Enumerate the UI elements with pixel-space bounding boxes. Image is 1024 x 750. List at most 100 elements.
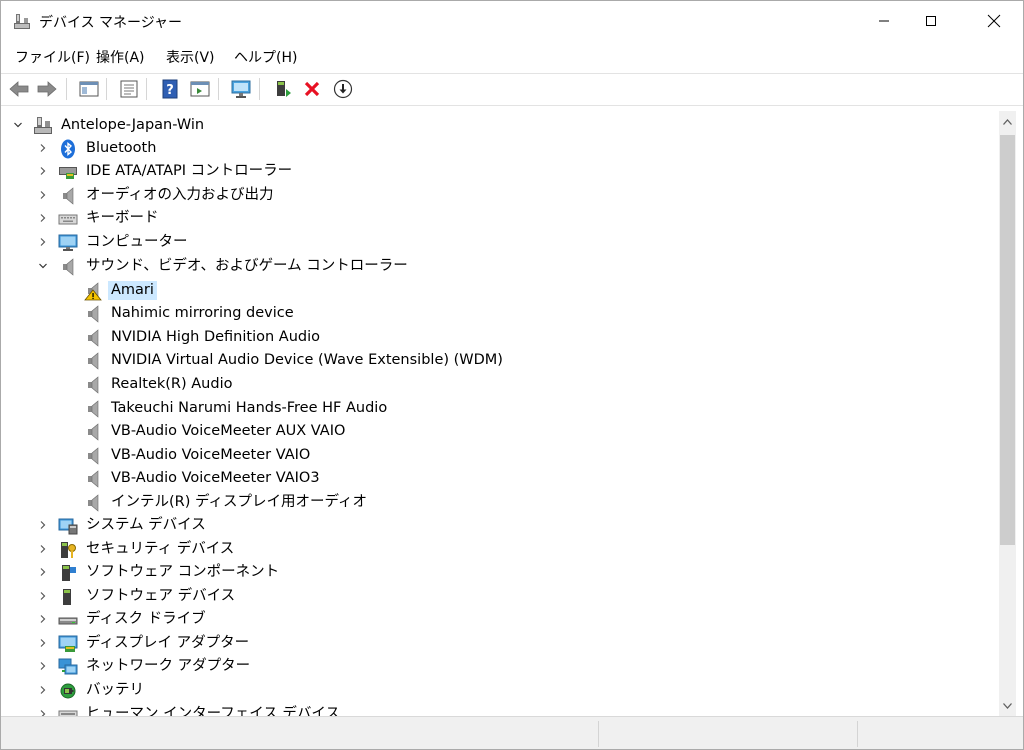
warning-speaker-icon xyxy=(84,282,102,301)
tree-category[interactable]: Bluetooth xyxy=(1,137,991,160)
display-adapter-icon xyxy=(58,635,78,652)
disk-drive-icon xyxy=(58,617,78,625)
chevron-right-icon[interactable] xyxy=(38,591,48,601)
chevron-right-icon[interactable] xyxy=(38,520,48,530)
scroll-down-arrow-icon xyxy=(1003,702,1012,709)
chevron-down-icon[interactable] xyxy=(38,261,48,271)
device-label: Takeuchi Narumi Hands-Free HF Audio xyxy=(111,400,388,416)
tree-category[interactable]: バッテリ xyxy=(1,679,991,702)
action-pane-button[interactable] xyxy=(188,77,212,101)
chevron-right-icon[interactable] xyxy=(38,213,48,223)
tree-category[interactable]: ディスク ドライブ xyxy=(1,608,991,631)
back-button[interactable] xyxy=(7,77,31,101)
device-label: インテル(R) ディスプレイ用オーディオ xyxy=(111,494,367,510)
device-item[interactable]: インテル(R) ディスプレイ用オーディオ xyxy=(1,491,991,514)
forward-button[interactable] xyxy=(35,77,59,101)
tree-category-expanded[interactable]: サウンド、ビデオ、およびゲーム コントローラー xyxy=(1,255,991,278)
tree-category[interactable]: セキュリティ デバイス xyxy=(1,538,991,561)
tree-category[interactable]: ヒューマン インターフェイス デバイス xyxy=(1,703,991,716)
tree-root-label: Antelope-Japan-Win xyxy=(61,117,205,133)
menu-view[interactable]: 表示(V) xyxy=(164,47,217,67)
device-item[interactable]: VB-Audio VoiceMeeter VAIO xyxy=(1,444,991,467)
chevron-right-icon[interactable] xyxy=(38,190,48,200)
tree-category[interactable]: ソフトウェア デバイス xyxy=(1,585,991,608)
speaker-icon xyxy=(88,470,99,488)
category-label: システム デバイス xyxy=(86,517,206,533)
device-label: VB-Audio VoiceMeeter VAIO3 xyxy=(111,470,320,486)
chevron-right-icon[interactable] xyxy=(38,661,48,671)
security-device-icon xyxy=(61,542,76,558)
close-icon xyxy=(987,14,1001,28)
device-item[interactable]: Takeuchi Narumi Hands-Free HF Audio xyxy=(1,397,991,420)
device-item[interactable]: Realtek(R) Audio xyxy=(1,373,991,396)
chevron-right-icon[interactable] xyxy=(38,614,48,624)
toolbar-separator xyxy=(218,78,219,100)
chevron-down-icon[interactable] xyxy=(13,120,23,130)
device-manager-icon xyxy=(13,13,31,31)
scroll-up-arrow-icon xyxy=(1003,118,1012,125)
help-icon: ? xyxy=(162,79,178,99)
toolbar-separator xyxy=(146,78,147,100)
minimize-button[interactable] xyxy=(861,1,907,41)
uninstall-device-button[interactable] xyxy=(300,77,324,101)
toolbar-separator xyxy=(66,78,67,100)
software-device-icon xyxy=(63,589,71,605)
device-item[interactable]: NVIDIA Virtual Audio Device (Wave Extens… xyxy=(1,349,991,372)
chevron-right-icon[interactable] xyxy=(38,638,48,648)
menu-action[interactable]: 操作(A) xyxy=(94,47,147,67)
vertical-scrollbar[interactable] xyxy=(999,111,1016,716)
properties-icon xyxy=(120,80,138,98)
toolbar-separator xyxy=(106,78,107,100)
chevron-right-icon[interactable] xyxy=(38,166,48,176)
tree-category[interactable]: システム デバイス xyxy=(1,514,991,537)
speaker-icon xyxy=(63,187,74,205)
tree-category[interactable]: IDE ATA/ATAPI コントローラー xyxy=(1,160,991,183)
speaker-icon xyxy=(88,494,99,512)
chevron-right-icon[interactable] xyxy=(38,709,48,716)
scrollbar-thumb[interactable] xyxy=(1000,135,1015,545)
device-item[interactable]: VB-Audio VoiceMeeter VAIO3 xyxy=(1,467,991,490)
menu-help[interactable]: ヘルプ(H) xyxy=(232,47,299,67)
maximize-icon xyxy=(926,16,936,26)
chevron-right-icon[interactable] xyxy=(38,237,48,247)
tree-category[interactable]: コンピューター xyxy=(1,231,991,254)
device-label: NVIDIA High Definition Audio xyxy=(111,329,320,345)
chevron-right-icon[interactable] xyxy=(38,143,48,153)
category-label: セキュリティ デバイス xyxy=(86,541,235,557)
menu-file[interactable]: ファイル(F) xyxy=(13,47,92,67)
scroll-up-button[interactable] xyxy=(999,113,1016,130)
properties-button[interactable] xyxy=(117,77,141,101)
category-label: バッテリ xyxy=(86,682,144,698)
category-label: ソフトウェア コンポーネント xyxy=(86,564,280,580)
device-item[interactable]: Nahimic mirroring device xyxy=(1,302,991,325)
tree-category[interactable]: キーボード xyxy=(1,207,991,230)
device-label: Amari xyxy=(108,281,157,300)
device-item-selected[interactable]: Amari xyxy=(1,279,991,302)
hid-icon xyxy=(58,710,78,716)
tree-category[interactable]: オーディオの入力および出力 xyxy=(1,184,991,207)
scan-hardware-changes-button[interactable] xyxy=(229,77,253,101)
device-item[interactable]: VB-Audio VoiceMeeter AUX VAIO xyxy=(1,420,991,443)
tree-category[interactable]: ディスプレイ アダプター xyxy=(1,632,991,655)
toolbar: ? xyxy=(1,73,1023,106)
device-item[interactable]: NVIDIA High Definition Audio xyxy=(1,326,991,349)
chevron-right-icon[interactable] xyxy=(38,544,48,554)
chevron-right-icon[interactable] xyxy=(38,567,48,577)
show-hide-console-tree-icon xyxy=(79,81,99,97)
tree-root[interactable]: Antelope-Japan-Win xyxy=(1,114,991,137)
help-button[interactable]: ? xyxy=(158,77,182,101)
download-driver-button[interactable] xyxy=(331,77,355,101)
update-driver-button[interactable] xyxy=(271,77,295,101)
tree-category[interactable]: ネットワーク アダプター xyxy=(1,655,991,678)
close-button[interactable] xyxy=(971,1,1017,41)
computer-host-icon xyxy=(34,117,52,134)
chevron-right-icon[interactable] xyxy=(38,685,48,695)
status-divider xyxy=(857,721,858,747)
network-adapter-icon xyxy=(58,658,78,675)
device-tree[interactable]: Antelope-Japan-Win Bluetooth IDE ATA/ATA… xyxy=(1,111,999,716)
show-hide-console-tree-button[interactable] xyxy=(77,77,101,101)
maximize-button[interactable] xyxy=(908,1,954,41)
title-bar[interactable]: デバイス マネージャー xyxy=(1,1,1023,41)
tree-category[interactable]: ソフトウェア コンポーネント xyxy=(1,561,991,584)
scroll-down-button[interactable] xyxy=(999,697,1016,714)
